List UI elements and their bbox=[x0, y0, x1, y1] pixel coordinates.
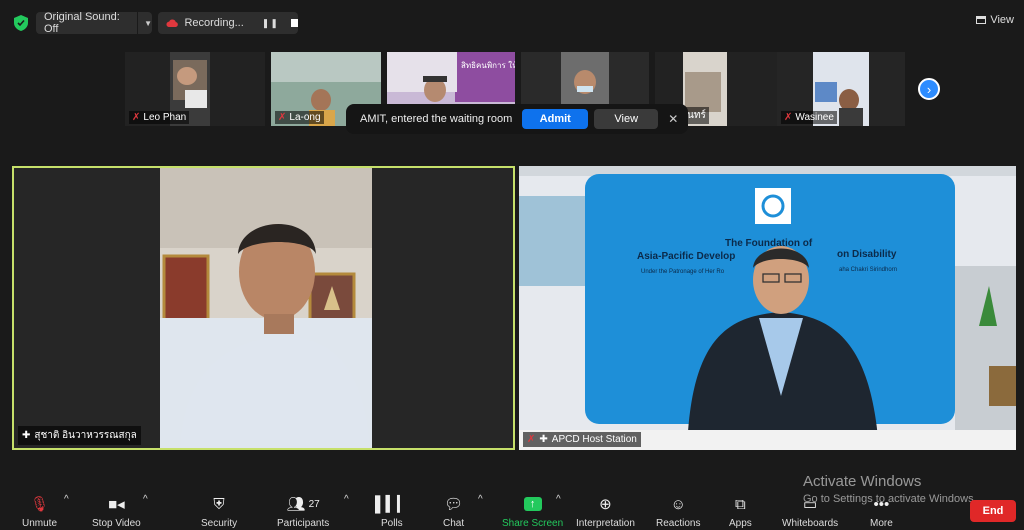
zoom-meeting-window: Original Sound: Off ▼ Recording... ❚❚ Vi… bbox=[0, 0, 1024, 530]
waiting-room-message: AMIT, entered the waiting room bbox=[360, 113, 513, 125]
view-label: View bbox=[990, 14, 1014, 26]
video-tile-active-speaker[interactable]: ✚ สุชาติ อินวาหวรรณสกุล bbox=[12, 166, 515, 450]
chevron-up-icon[interactable]: ^ bbox=[143, 494, 148, 505]
mic-muted-icon: ✗ bbox=[527, 434, 536, 445]
participant-name-tag: ✚ สุชาติ อินวาหวรรณสกุล bbox=[18, 426, 141, 445]
thumbnail-tile[interactable]: ✗ Wasinee bbox=[777, 52, 905, 126]
participant-name: Leo Phan bbox=[143, 112, 187, 123]
close-icon[interactable]: ✕ bbox=[668, 112, 678, 126]
whiteboards-label: Whiteboards bbox=[782, 518, 839, 529]
participant-name-tag: ✗ La-ong bbox=[275, 111, 324, 124]
chevron-up-icon[interactable]: ^ bbox=[344, 494, 349, 505]
watermark-title: Activate Windows bbox=[803, 473, 922, 490]
chat-label: Chat bbox=[443, 518, 465, 529]
recording-label: Recording... bbox=[184, 17, 244, 29]
chevron-up-icon[interactable]: ^ bbox=[556, 494, 561, 505]
end-meeting-button[interactable]: End bbox=[970, 500, 1016, 522]
apps-icon: ⧉ bbox=[735, 495, 746, 513]
meeting-controls-toolbar: 🎙︎ Unmute ^ ■◂ Stop Video ^ ⛨ Security 👥… bbox=[0, 490, 1024, 530]
participants-button[interactable]: 👥︎ 27 Participants bbox=[277, 494, 329, 529]
participants-count: 27 bbox=[308, 498, 320, 510]
chat-bubble-icon: 💬︎ bbox=[444, 496, 464, 513]
unmute-button[interactable]: 🎙︎ Unmute bbox=[22, 494, 57, 529]
host-video: The Foundation of Asia-Pacific Develop o… bbox=[519, 166, 1016, 450]
recording-indicator: Recording... ❚❚ bbox=[158, 12, 298, 34]
chevron-right-icon: › bbox=[926, 81, 932, 97]
pin-icon: ✚ bbox=[22, 430, 31, 441]
smiley-icon: ☺ bbox=[670, 495, 686, 513]
security-label: Security bbox=[201, 518, 238, 529]
interpretation-button[interactable]: ⊕ Interpretation bbox=[576, 494, 635, 529]
pin-icon: ✚ bbox=[539, 434, 548, 445]
share-screen-icon: ↑ bbox=[523, 494, 542, 514]
participant-name-tag: ✗ Leo Phan bbox=[129, 111, 190, 124]
original-sound-toggle[interactable]: Original Sound: Off ▼ bbox=[36, 11, 152, 35]
mic-muted-icon: ✗ bbox=[784, 112, 793, 123]
security-button[interactable]: ⛨ Security bbox=[201, 494, 238, 530]
stop-recording-icon[interactable] bbox=[290, 19, 298, 27]
chevron-up-icon[interactable]: ^ bbox=[64, 494, 69, 505]
chevron-up-icon[interactable]: ^ bbox=[478, 494, 483, 505]
participant-name: APCD Host Station bbox=[551, 434, 637, 445]
participants-label: Participants bbox=[277, 518, 330, 529]
encryption-shield-icon[interactable] bbox=[14, 15, 28, 31]
interpretation-label: Interpretation bbox=[576, 518, 635, 529]
top-bar: Original Sound: Off ▼ Recording... ❚❚ Vi… bbox=[0, 0, 1024, 46]
cloud-record-icon bbox=[166, 19, 178, 28]
apps-label: Apps bbox=[729, 518, 752, 529]
mic-muted-icon: ✗ bbox=[132, 112, 141, 123]
participant-name: Wasinee bbox=[795, 112, 834, 123]
backdrop-text: aha Chakri Sirindhorn bbox=[839, 267, 897, 273]
polls-button[interactable]: ▌▍▎ Polls bbox=[375, 494, 409, 529]
mic-muted-icon: 🎙︎ bbox=[29, 496, 50, 513]
unmute-label: Unmute bbox=[22, 518, 58, 529]
stop-video-button[interactable]: ■◂ Stop Video bbox=[92, 494, 141, 529]
admit-button[interactable]: Admit bbox=[522, 109, 589, 129]
globe-icon: ⊕ bbox=[599, 496, 612, 513]
view-waiting-room-button[interactable]: View bbox=[594, 109, 659, 129]
participant-name-tag: ✗ ✚ APCD Host Station bbox=[523, 432, 641, 447]
shield-icon: ⛨ bbox=[213, 495, 225, 513]
mic-muted-icon: ✗ bbox=[278, 112, 287, 123]
chat-button[interactable]: 💬︎ Chat bbox=[443, 494, 464, 529]
next-page-button[interactable]: › bbox=[918, 78, 940, 100]
video-tile-host[interactable]: The Foundation of Asia-Pacific Develop o… bbox=[519, 166, 1016, 450]
polls-label: Polls bbox=[381, 518, 403, 529]
more-dots-icon: ••• bbox=[873, 495, 890, 513]
whiteboards-button[interactable]: ▭ Whiteboards bbox=[782, 494, 838, 529]
video-camera-icon: ■◂ bbox=[108, 496, 125, 513]
participants-icon: 👥︎ 27 bbox=[286, 496, 320, 513]
reactions-button[interactable]: ☺ Reactions bbox=[656, 494, 701, 530]
participant-name: La-ong bbox=[289, 112, 321, 123]
reactions-label: Reactions bbox=[656, 518, 701, 529]
thumbnail-tile[interactable]: ✗ Leo Phan bbox=[125, 52, 265, 126]
chevron-down-icon[interactable]: ▼ bbox=[144, 19, 152, 28]
more-button[interactable]: ••• More bbox=[870, 494, 893, 530]
waiting-room-notification: AMIT, entered the waiting room Admit Vie… bbox=[346, 104, 688, 134]
speaker-video bbox=[14, 168, 513, 448]
backdrop-text: Asia-Pacific Develop bbox=[637, 251, 735, 262]
poster-text: สิทธิคนพิการ ให้เป็นจริง bbox=[461, 60, 515, 70]
divider bbox=[137, 12, 139, 34]
backdrop-text: Under the Patronage of Her Ro bbox=[641, 269, 725, 275]
backdrop-text: on Disability bbox=[837, 249, 897, 260]
original-sound-label: Original Sound: Off bbox=[44, 11, 120, 35]
pause-recording-icon[interactable]: ❚❚ bbox=[262, 18, 279, 29]
participant-name-tag: ✗ Wasinee bbox=[781, 111, 837, 124]
view-layout-icon bbox=[976, 16, 987, 24]
apps-button[interactable]: ⧉ Apps bbox=[729, 494, 752, 530]
backdrop-text: The Foundation of bbox=[725, 238, 813, 249]
participant-name: สุชาติ อินวาหวรรณสกุล bbox=[34, 430, 137, 441]
share-screen-button[interactable]: ↑ Share Screen bbox=[502, 494, 563, 529]
whiteboard-icon: ▭ bbox=[802, 496, 818, 513]
bar-chart-icon: ▌▍▎ bbox=[375, 496, 409, 513]
more-label: More bbox=[870, 518, 893, 529]
stop-video-label: Stop Video bbox=[92, 518, 141, 529]
share-screen-label: Share Screen bbox=[502, 518, 564, 529]
view-button[interactable]: View bbox=[976, 14, 1014, 26]
